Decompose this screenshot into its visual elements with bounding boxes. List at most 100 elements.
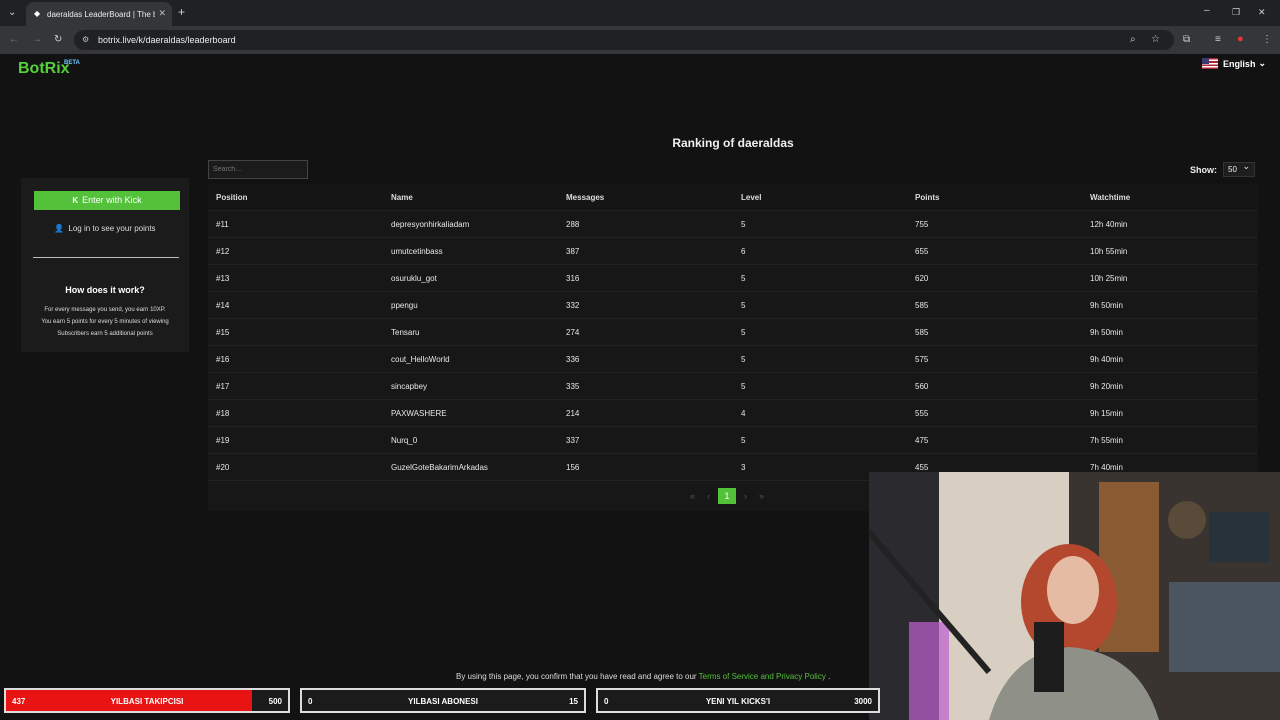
cell-level: 3 [741,463,746,472]
close-window-icon[interactable]: ✕ [1258,6,1266,18]
table-row: #12 umutcetinbass 387 6 655 10h 55min [208,238,1258,265]
goal-bar: 0 YILBASI ABONESI 15 [300,688,586,713]
cell-position: #20 [216,463,230,472]
login-text: Log in to see your points [68,224,156,233]
table-row: #11 depresyonhirkaliadam 288 5 755 12h 40min [208,211,1258,238]
cell-name[interactable]: Tensaru [391,319,419,346]
table-header-row: Position Name Messages Level Points Watc… [208,184,1258,211]
enter-with-kick-button[interactable]: K Enter with Kick [34,191,180,210]
logo-text: BotRix [18,60,70,77]
cell-level: 5 [741,436,746,445]
kick-button-label: Enter with Kick [82,195,142,205]
login-link[interactable]: 👤 Log in to see your points [21,224,189,233]
cell-position: #14 [216,301,230,310]
cell-name[interactable]: umutcetinbass [391,238,443,265]
cell-level: 6 [741,247,746,256]
current-page-button[interactable]: 1 [718,488,737,504]
terms-text: By using this page, you confirm that you… [456,672,697,681]
header-points[interactable]: Points [915,184,939,211]
cell-name[interactable]: ppengu [391,292,418,319]
cell-watchtime: 9h 50min [1090,328,1123,337]
cell-points: 585 [915,301,929,310]
goal-target: 500 [268,697,282,706]
cell-position: #11 [216,220,229,229]
cell-points: 655 [915,247,929,256]
table-row: #15 Tensaru 274 5 585 9h 50min [208,319,1258,346]
cell-watchtime: 9h 40min [1090,355,1123,364]
forward-icon[interactable]: → [32,34,42,46]
cell-points: 575 [915,355,929,364]
cell-position: #16 [216,355,230,364]
cell-watchtime: 9h 20min [1090,382,1123,391]
botrix-logo[interactable]: BotRix BETA [18,60,80,78]
zoom-icon[interactable]: ⌕ [1130,34,1136,46]
site-info-icon[interactable]: ⚙ [82,30,89,50]
leaderboard-table: Position Name Messages Level Points Watc… [208,184,1258,511]
back-icon[interactable]: ← [9,34,19,46]
menu-icon[interactable]: ⋮ [1262,34,1272,46]
browser-tab[interactable]: ◆ daeraldas LeaderBoard | The be ✕ [26,2,172,26]
extensions-icon[interactable]: ⧉ [1183,34,1190,46]
cell-level: 5 [741,274,746,283]
cell-name[interactable]: depresyonhirkaliadam [391,211,469,238]
goal-target: 15 [569,697,578,706]
terms-notice: By using this page, you confirm that you… [456,672,830,681]
terms-link[interactable]: Terms of Service and Privacy Policy [699,672,826,681]
bookmark-star-icon[interactable]: ☆ [1151,34,1160,46]
reload-icon[interactable]: ↻ [54,34,62,46]
first-page-icon[interactable]: « [690,491,695,501]
table-row: #16 cout_HelloWorld 336 5 575 9h 40min [208,346,1258,373]
header-messages[interactable]: Messages [566,184,604,211]
close-tab-icon[interactable]: ✕ [158,8,166,19]
cell-name[interactable]: Nurq_0 [391,427,417,454]
new-tab-icon[interactable]: + [178,6,185,18]
minimize-icon[interactable]: – [1204,5,1210,17]
goal-label: YILBASI TAKIPCISI [110,697,184,706]
cell-name[interactable]: PAXWASHERE [391,400,447,427]
language-selector[interactable]: English ⌄ [1201,58,1266,69]
cell-name[interactable]: GuzelGoteBakarimArkadas [391,454,488,481]
language-label: English [1222,58,1256,69]
cell-name[interactable]: osuruklu_got [391,265,437,292]
cell-messages: 214 [566,409,580,418]
search-input[interactable] [208,160,308,179]
header-name[interactable]: Name [391,184,413,211]
chevron-down-icon: ⌄ [1258,58,1266,68]
header-level[interactable]: Level [741,184,761,211]
cell-watchtime: 10h 55min [1090,247,1128,256]
cell-points: 755 [915,220,929,229]
goal-target: 3000 [854,697,872,706]
header-position[interactable]: Position [216,184,248,211]
cell-watchtime: 10h 25min [1090,274,1128,283]
maximize-icon[interactable]: ❐ [1232,6,1240,18]
tab-list-icon[interactable]: ⌄ [8,7,16,19]
prev-page-icon[interactable]: ‹ [707,491,710,501]
webcam-image [869,472,1280,720]
show-label: Show: [1190,164,1217,175]
table-row: #19 Nurq_0 337 5 475 7h 55min [208,427,1258,454]
cell-messages: 332 [566,301,580,310]
cell-name[interactable]: cout_HelloWorld [391,346,450,373]
tab-title: daeraldas LeaderBoard | The be [47,9,155,19]
last-page-icon[interactable]: » [759,491,764,501]
next-page-icon[interactable]: › [744,491,747,501]
goal-label: YILBASI ABONESI [408,697,478,706]
goal-label: YENI YIL KICKS'I [705,697,771,706]
browser-tab-bar: ⌄ ◆ daeraldas LeaderBoard | The be ✕ + –… [0,0,1280,26]
header-watchtime[interactable]: Watchtime [1090,184,1130,211]
beta-badge: BETA [64,60,80,66]
table-row: #17 sincapbey 335 5 560 9h 20min [208,373,1258,400]
cell-position: #18 [216,409,230,418]
cell-points: 555 [915,409,929,418]
show-count-select[interactable]: 50 [1223,160,1255,177]
cell-position: #17 [216,382,230,391]
profile-avatar-icon[interactable]: ● [1237,33,1244,45]
cell-position: #12 [216,247,230,256]
url-input[interactable]: ⚙ botrix.live/k/daeraldas/leaderboard [74,30,1174,50]
how-line-messages: For every message you send, you earn 10X… [44,307,166,313]
media-icon[interactable]: ≡ [1215,34,1221,46]
cell-watchtime: 12h 40min [1090,220,1128,229]
cell-name[interactable]: sincapbey [391,373,427,400]
cell-messages: 337 [566,436,580,445]
sidebar: K Enter with Kick 👤 Log in to see your poi… [21,178,189,352]
